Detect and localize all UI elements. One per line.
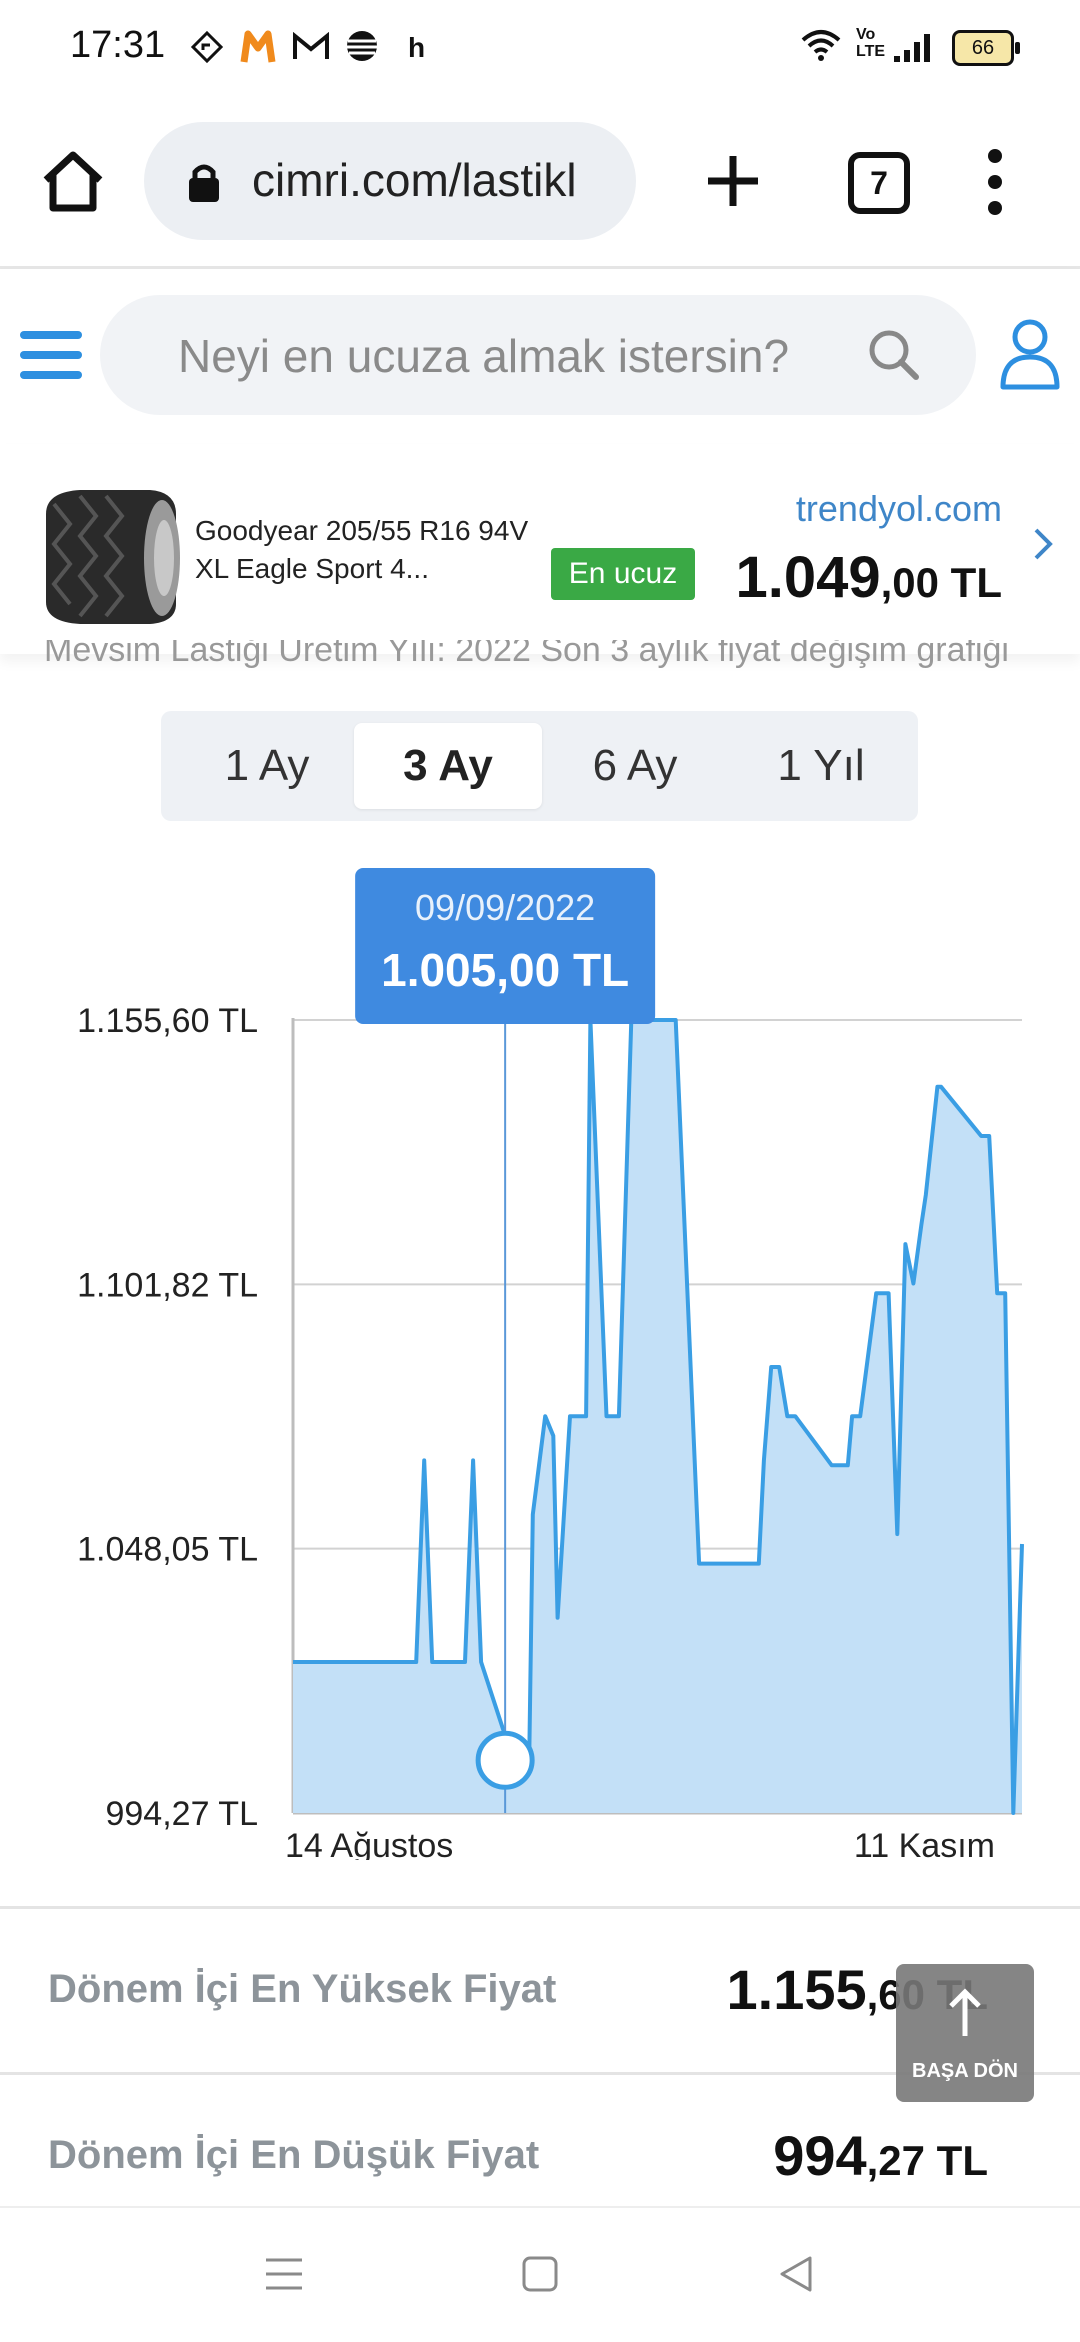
stat-value-highest-int: 1.155 — [726, 1958, 867, 2021]
user-icon[interactable] — [998, 317, 1062, 391]
search-icon[interactable] — [864, 325, 924, 385]
y-tick-label: 1.101,82 TL — [77, 1266, 258, 1304]
recents-icon[interactable] — [262, 2252, 306, 2296]
tab-3-months[interactable]: 3 Ay — [354, 723, 542, 809]
tooltip-price: 1.005,00 TL — [381, 944, 629, 996]
tire-image — [40, 484, 180, 626]
system-nav-bar — [0, 2206, 1080, 2342]
status-time: 17:31 — [70, 24, 166, 66]
stat-label-highest: Dönem İçi En Yüksek Fiyat — [48, 1967, 557, 2011]
selected-point-marker[interactable] — [475, 1730, 535, 1790]
status-bar: 17:31 h Vo LTE 66 — [0, 0, 1080, 96]
x-tick-label: 11 Kasım — [854, 1827, 995, 1860]
back-to-top-label: BAŞA DÖN — [912, 2060, 1018, 2082]
more-vert-icon[interactable] — [980, 146, 1010, 218]
plus-icon[interactable] — [700, 148, 766, 214]
browser-toolbar: cimri.com/lastikl 7 — [0, 96, 1080, 269]
globe-app-icon — [347, 31, 377, 61]
price-history-chart[interactable]: 1.155,60 TL 1.101,82 TL 1.048,05 TL 994,27 … — [0, 860, 1080, 1860]
tab-1-month[interactable]: 1 Ay — [173, 723, 361, 809]
stat-value-lowest: 994,27 TL — [773, 2123, 988, 2188]
price-area — [293, 1020, 1022, 1813]
y-tick-label: 1.048,05 TL — [77, 1531, 258, 1569]
stat-value-lowest-int: 994 — [773, 2124, 867, 2187]
period-tabs: 1 Ay 3 Ay 6 Ay 1 Yıl — [161, 711, 918, 821]
hamburger-icon[interactable] — [20, 329, 82, 381]
gmail-icon — [293, 32, 329, 59]
x-tick-label: 14 Ağustos — [285, 1827, 453, 1860]
chart-description: Mevsim Lastiği Üretim Yılı: 2022 Son 3 a… — [44, 640, 1009, 669]
home-icon[interactable] — [38, 146, 108, 216]
volte-icon: Vo LTE — [856, 26, 886, 60]
signal-icon — [894, 34, 930, 62]
tab-6-months[interactable]: 6 Ay — [541, 723, 729, 809]
price-decimal: ,00 TL — [880, 559, 1002, 606]
back-to-top-button[interactable]: BAŞA DÖN — [896, 1964, 1034, 2102]
home-nav-icon[interactable] — [518, 2252, 562, 2296]
y-tick-label: 994,27 TL — [105, 1795, 258, 1833]
battery-icon: 66 — [952, 30, 1020, 66]
y-tick-label: 1.155,60 TL — [77, 1002, 258, 1040]
m-app-icon — [240, 30, 276, 63]
arrow-up-icon — [949, 1988, 981, 2036]
search-box — [100, 295, 976, 417]
wifi-icon — [801, 30, 841, 61]
back-nav-icon[interactable] — [774, 2252, 818, 2296]
seller-name[interactable]: trendyol.com — [740, 488, 1002, 530]
stat-value-lowest-dec: ,27 TL — [866, 2137, 988, 2184]
price-integer: 1.049 — [735, 545, 881, 610]
address-bar[interactable]: cimri.com/lastikl — [144, 122, 636, 240]
url-text: cimri.com/lastikl — [252, 154, 577, 206]
product-name: Goodyear 205/55 R16 94V XL Eagle Sport 4… — [195, 515, 529, 584]
stat-label-lowest: Dönem İçi En Düşük Fiyat — [48, 2133, 540, 2177]
notification-letter: h — [408, 32, 426, 63]
chevron-right-icon[interactable] — [1028, 524, 1058, 564]
search-input[interactable] — [176, 295, 860, 417]
navigation-icon — [190, 30, 224, 64]
tab-1-year[interactable]: 1 Yıl — [727, 723, 915, 809]
cheapest-badge: En ucuz — [551, 548, 695, 600]
site-header — [0, 269, 1080, 444]
product-offer-card[interactable]: Goodyear 205/55 R16 94V XL Eagle Sport 4… — [0, 444, 1080, 654]
product-price: 1.049,00 TL — [700, 544, 1002, 611]
tab-switcher-button[interactable]: 7 — [848, 152, 910, 214]
lock-icon — [189, 164, 219, 202]
tooltip-date: 09/09/2022 — [415, 887, 595, 928]
